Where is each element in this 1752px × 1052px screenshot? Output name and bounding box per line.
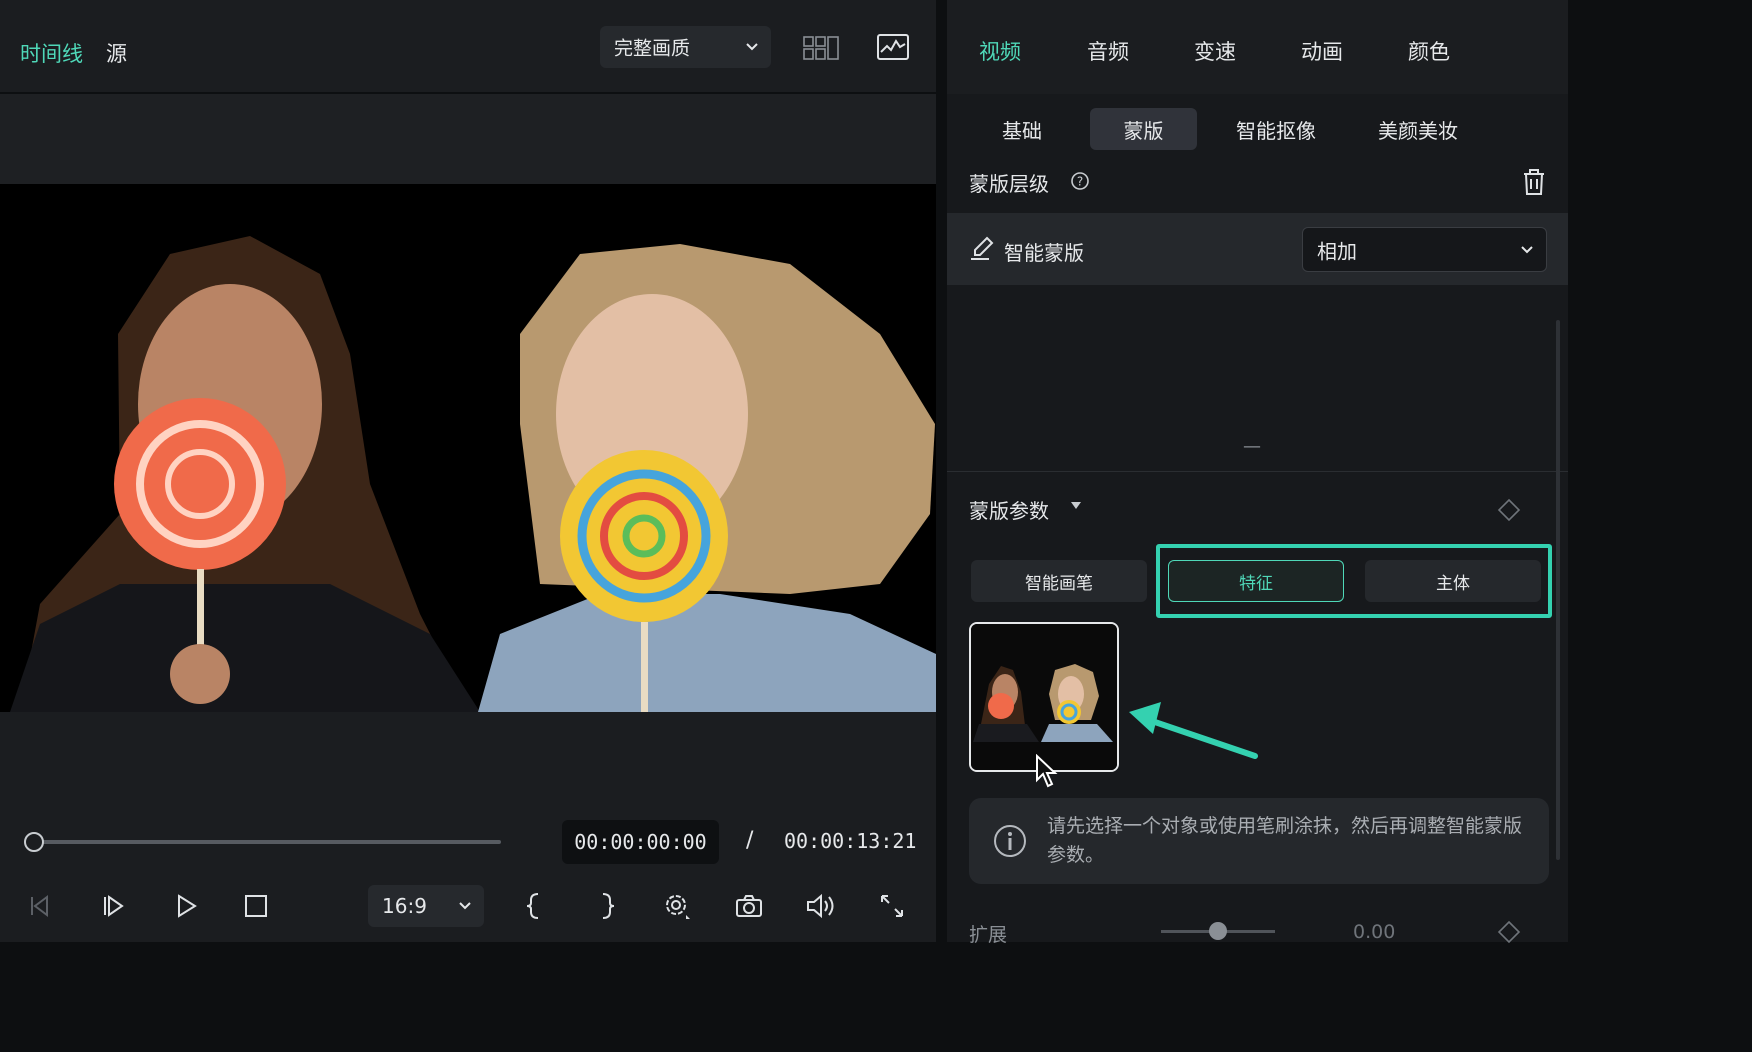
help-icon[interactable]: ? [1070,171,1090,191]
aspect-ratio-label: 16:9 [382,894,427,918]
subtab-basic[interactable]: 基础 [977,108,1067,150]
mask-params-title: 蒙版参数 [969,499,1049,523]
tab-source[interactable]: 源 [106,38,127,68]
thumbnail-image [971,624,1117,770]
grid-view-icon[interactable] [803,36,839,60]
total-time: 00:00:13:21 [784,829,917,853]
quality-select[interactable]: 完整画质 [600,26,771,68]
tab-color[interactable]: 颜色 [1408,36,1450,66]
stop-icon[interactable] [236,886,276,926]
subtab-beauty[interactable]: 美颜美妆 [1365,108,1471,150]
volume-icon[interactable] [801,886,841,926]
feature-button[interactable]: 特征 [1168,560,1344,602]
chevron-down-icon [746,43,758,51]
expand-label: 扩展 [969,924,1008,946]
expand-value[interactable]: 0.00 [1353,921,1395,943]
aspect-ratio-select[interactable]: 16:9 [368,885,484,927]
fullscreen-icon[interactable] [872,886,912,926]
step-back-icon[interactable] [20,886,60,926]
frame-thumbnail[interactable] [969,622,1119,772]
mark-out-icon[interactable] [587,886,627,926]
subtab-mask[interactable]: 蒙版 [1090,108,1197,150]
blend-mode-select[interactable]: 相加 [1302,227,1547,272]
tab-timeline[interactable]: 时间线 [20,38,83,68]
playhead-knob[interactable] [24,832,44,852]
preview-top-band [0,94,936,184]
tab-video[interactable]: 视频 [979,36,1021,66]
info-icon [994,825,1026,857]
waveform-image-icon[interactable] [877,34,909,60]
chevron-down-icon [459,902,471,910]
tab-animation[interactable]: 动画 [1301,36,1343,66]
diamond-keyframe-icon[interactable] [1497,920,1521,944]
inspector-main-tabs: 视频 音频 变速 动画 颜色 [947,0,1568,94]
blend-mode-label: 相加 [1317,239,1357,263]
video-preview[interactable] [0,184,936,712]
expand-slider-knob[interactable] [1209,922,1227,940]
scrollbar[interactable] [1556,320,1560,860]
preview-frame [10,236,936,712]
cursor-icon [1036,754,1058,788]
diamond-keyframe-icon[interactable] [1497,498,1521,522]
info-box: 请先选择一个对象或使用笔刷涂抹，然后再调整智能蒙版参数。 [969,798,1549,884]
brush-icon [971,236,994,260]
inspector-panel: 视频 音频 变速 动画 颜色 基础 蒙版 智能抠像 美颜美妆 蒙版层级 ? 智能… [947,0,1568,946]
play-icon[interactable] [166,886,206,926]
subtab-smart-cutout[interactable]: 智能抠像 [1223,108,1329,150]
mask-layer-title: 蒙版层级 [969,172,1049,196]
svg-text:?: ? [1077,175,1083,189]
chevron-down-icon [1521,245,1533,253]
player-panel: 时间线 源 完整画质 00:00:00:00 / 00:00:13:21 16:… [0,0,936,942]
mark-in-icon[interactable] [514,886,554,926]
info-text: 请先选择一个对象或使用笔刷涂抹，然后再调整智能蒙版参数。 [1047,815,1523,866]
smart-mask-row[interactable]: 智能蒙版 相加 [947,213,1568,285]
trash-icon[interactable] [1521,168,1547,196]
smart-mask-label: 智能蒙版 [1004,241,1084,265]
player-header: 时间线 源 完整画质 [0,0,936,94]
tab-audio[interactable]: 音频 [1087,36,1129,66]
caret-down-icon[interactable] [1071,502,1081,510]
subject-button[interactable]: 主体 [1365,560,1541,602]
quality-select-label: 完整画质 [614,37,691,60]
camera-icon[interactable] [729,886,769,926]
step-forward-icon[interactable] [93,886,133,926]
collapsed-indicator[interactable]: — [1243,436,1261,457]
tab-speed[interactable]: 变速 [1194,36,1236,66]
smart-brush-button[interactable]: 智能画笔 [971,560,1147,602]
settings-icon[interactable] [657,886,697,926]
current-time-display[interactable]: 00:00:00:00 [562,820,719,864]
playhead-track[interactable] [34,840,501,844]
divider [947,471,1568,472]
arrow-icon [1129,702,1258,759]
current-time: 00:00:00:00 [574,830,707,854]
time-separator: / [746,828,754,853]
